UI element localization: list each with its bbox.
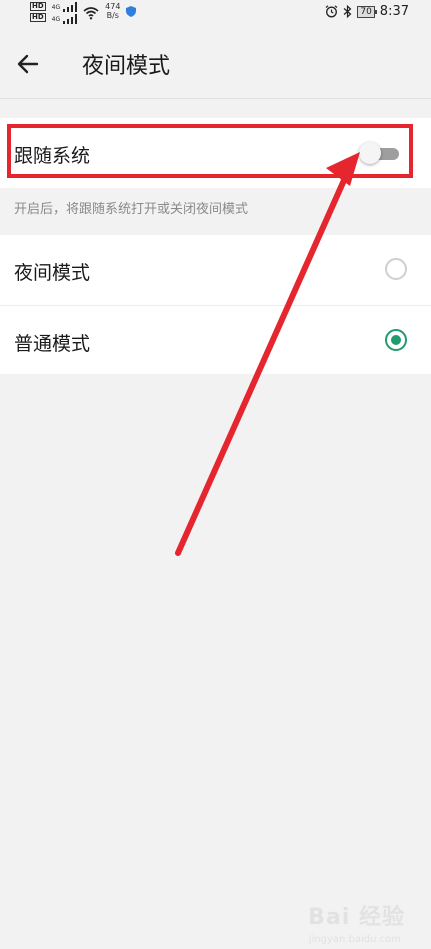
- mode-label: 普通模式: [14, 333, 91, 355]
- status-bar-left: HD HD 4G 4G 474 B/s: [30, 2, 137, 24]
- hd-badge: HD: [30, 13, 46, 22]
- status-bar: HD HD 4G 4G 474 B/s 70 8:37: [0, 0, 431, 28]
- back-arrow-icon[interactable]: [14, 50, 42, 78]
- app-bar: 夜间模式: [0, 28, 431, 98]
- wifi-icon: [83, 7, 99, 20]
- mode-option-normal[interactable]: 普通模式: [0, 305, 431, 374]
- page-title: 夜间模式: [82, 54, 171, 79]
- normal-mode-radio[interactable]: [385, 329, 407, 351]
- watermark-url: jingyan.baidu.com: [308, 934, 401, 945]
- signal-bars-icon: [63, 2, 78, 12]
- sim-indicators: HD HD: [30, 2, 46, 22]
- follow-system-hint: 开启后，将跟随系统打开或关闭夜间模式: [14, 202, 249, 217]
- watermark-logo: Bai 经验: [308, 905, 405, 930]
- shield-icon: [126, 6, 137, 17]
- alarm-icon: [325, 5, 338, 18]
- hd-badge: HD: [30, 2, 46, 11]
- mode-option-night[interactable]: 夜间模式: [0, 235, 431, 305]
- radio-selected-dot: [391, 335, 401, 345]
- status-bar-right: 70 8:37: [325, 4, 409, 19]
- divider: [0, 98, 431, 99]
- network-type: 4G: [51, 3, 61, 11]
- net-speed-unit: B/s: [106, 11, 119, 20]
- battery-icon: 70: [357, 5, 378, 18]
- night-mode-radio[interactable]: [385, 258, 407, 280]
- net-speed-value: 474: [105, 2, 121, 11]
- bluetooth-icon: [343, 5, 352, 18]
- signal-row-2: 4G: [51, 14, 78, 24]
- net-speed: 474 B/s: [105, 2, 120, 20]
- signal-bars-icon: [63, 14, 78, 24]
- sim-1: HD: [30, 2, 46, 11]
- signal-row-1: 4G: [51, 2, 78, 12]
- annotation-highlight-box: [7, 124, 413, 178]
- sim-2: HD: [30, 13, 46, 22]
- signal-indicators: 4G 4G: [51, 2, 78, 24]
- status-time: 8:37: [379, 4, 409, 19]
- mode-label: 夜间模式: [14, 262, 91, 284]
- network-type: 4G: [51, 15, 61, 23]
